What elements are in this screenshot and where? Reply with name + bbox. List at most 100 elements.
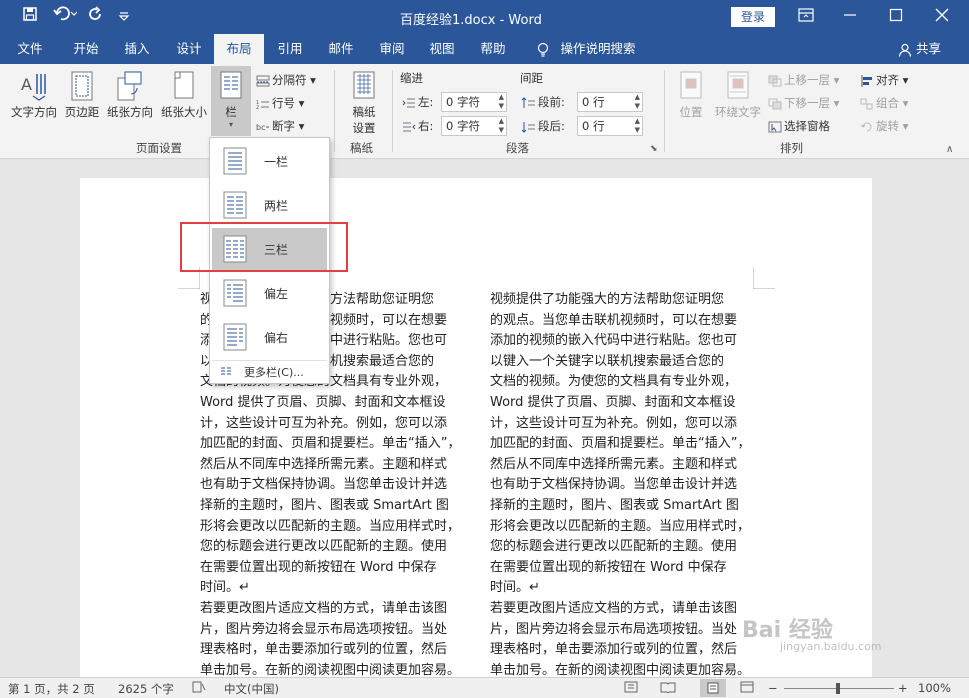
tab-help[interactable]: 帮助 <box>470 34 516 64</box>
proofing-icon[interactable] <box>192 681 206 696</box>
tab-layout[interactable]: 布局 <box>214 34 264 64</box>
indent-left-label: 左: <box>402 94 433 110</box>
tab-view[interactable]: 视图 <box>418 34 466 64</box>
maximize-icon[interactable] <box>874 4 918 30</box>
language-status[interactable]: 中文(中国) <box>224 681 279 697</box>
person-icon <box>898 41 916 57</box>
line-numbers-icon: 12 <box>256 98 270 111</box>
menu-item-label: 更多栏(C)... <box>244 366 304 379</box>
indent-right-input[interactable]: 0 字符 ▲ ▼ <box>441 116 507 136</box>
zoom-level[interactable]: 100% <box>918 681 951 695</box>
rotate-button[interactable]: 旋转 ▾ <box>860 118 908 134</box>
ribbon-display-options-icon[interactable] <box>784 4 828 30</box>
ribbon-layout: A 文字方向 页边距 纸张方向 纸张大小 栏 ▾ 分隔符 ▾ 1 2 行号 ▾ bc… <box>0 64 969 159</box>
text-line: 计，这些设计可互为补充。例如，您可以添 <box>490 415 738 431</box>
indent-right-label: 右: <box>402 118 433 134</box>
selection-pane-button[interactable]: 选择窗格 <box>768 118 830 134</box>
menu-item-left[interactable]: 偏左 <box>212 272 327 314</box>
highlight-annotation-box <box>180 222 348 272</box>
send-backward-icon <box>768 98 782 110</box>
line-numbers-button[interactable]: 1 2 行号 ▾ <box>256 95 304 111</box>
indent-left-input[interactable]: 0 字符 ▲ ▼ <box>441 92 507 112</box>
text-line: 您的标题会进行更改以匹配新的主题。使用 <box>200 539 448 555</box>
text-direction-icon: A <box>21 74 46 101</box>
position-icon <box>680 71 702 99</box>
redo-icon[interactable] <box>84 6 108 28</box>
zoom-in-button[interactable]: + <box>898 681 908 695</box>
text-line: 以键入一个关键字以联机搜索最适合您的 <box>490 353 725 369</box>
tab-references[interactable]: 引用 <box>266 34 314 64</box>
margins-button[interactable]: 页边距 <box>62 70 102 120</box>
close-icon[interactable] <box>920 4 964 30</box>
size-icon <box>174 71 194 99</box>
chevron-down-icon: ▾ <box>228 120 233 129</box>
tab-insert[interactable]: 插入 <box>112 34 162 64</box>
document-title: 百度经验1.docx - Word <box>400 13 542 28</box>
text-line: 视频提供了功能强大的方法帮助您证明您 <box>490 292 725 307</box>
menu-item-label: 偏左 <box>264 287 289 301</box>
breaks-icon <box>256 75 270 87</box>
two-columns-icon <box>223 191 247 219</box>
orientation-button[interactable]: 纸张方向 <box>104 70 156 120</box>
size-button[interactable]: 纸张大小 <box>158 70 210 120</box>
spacing-before-input[interactable]: 0 行 ▲ ▼ <box>577 92 643 112</box>
print-layout-icon[interactable] <box>700 679 726 697</box>
hyphenation-button[interactable]: bc 断字 ▾ <box>256 118 304 134</box>
tab-design[interactable]: 设计 <box>164 34 214 64</box>
text-line: 单击加号。在新的阅读视图中阅读更加容易。 <box>490 662 751 677</box>
web-layout-icon[interactable] <box>740 681 754 696</box>
login-button[interactable]: 登录 <box>731 7 775 27</box>
rotate-icon <box>860 121 874 133</box>
menu-item-more-columns[interactable]: 更多栏(C)... <box>212 360 327 380</box>
menu-item-right[interactable]: 偏右 <box>212 316 327 358</box>
ribbon-tab-bar: 文件 开始 插入 设计 布局 引用 邮件 审阅 视图 帮助 操作说明搜索 共享 <box>0 34 969 64</box>
lightbulb-icon <box>530 34 556 64</box>
draft-paper-settings-button[interactable]: 稿纸 设置 <box>342 70 386 136</box>
margin-corner-marker <box>753 267 775 289</box>
align-button[interactable]: 对齐 ▾ <box>860 72 908 88</box>
tell-me-search[interactable]: 操作说明搜索 <box>556 34 640 64</box>
title-bar: 百度经验1.docx - Word 登录 <box>0 0 969 34</box>
tab-home[interactable]: 开始 <box>60 34 112 64</box>
zoom-slider-thumb[interactable] <box>836 683 840 694</box>
text-line: 加匹配的封面、页眉和提要栏。单击“插入”， <box>490 436 751 452</box>
customize-qat-icon[interactable] <box>112 6 136 28</box>
wrap-text-button[interactable]: 环绕文字 <box>712 70 764 120</box>
collapse-ribbon-icon[interactable]: ∧ <box>946 144 953 155</box>
text-column-right[interactable]: 视频提供了功能强大的方法帮助您证明您 的观点。当您单击联机视频时，可以在想要 添… <box>490 290 754 677</box>
position-button[interactable]: 位置 <box>672 70 710 120</box>
group-objects-button[interactable]: 组合 ▾ <box>860 95 908 111</box>
read-mode-icon[interactable] <box>660 681 676 696</box>
focus-mode-icon[interactable] <box>624 681 638 696</box>
save-icon[interactable] <box>18 6 42 28</box>
hyphenation-icon: bc <box>256 121 270 133</box>
minimize-icon[interactable] <box>828 4 872 30</box>
text-line: 择新的主题时，图片、图表或 SmartArt 图 <box>200 497 449 513</box>
text-line: 形将会更改以匹配新的主题。当应用样式时， <box>490 518 751 534</box>
menu-item-one-column[interactable]: 一栏 <box>212 140 327 182</box>
selection-pane-icon <box>768 121 782 133</box>
bring-forward-button[interactable]: 上移一层 ▾ <box>768 72 839 88</box>
align-icon <box>860 74 874 87</box>
tab-mailings[interactable]: 邮件 <box>318 34 364 64</box>
indent-left-icon <box>402 97 416 109</box>
breaks-button[interactable]: 分隔符 ▾ <box>256 72 316 88</box>
text-direction-button[interactable]: A 文字方向 <box>8 70 60 120</box>
svg-text:2: 2 <box>256 105 259 110</box>
text-line: 理表格时，单击要添加行或列的位置，然后 <box>490 642 738 658</box>
text-line: Word 提供了页眉、页脚、封面和文本框设 <box>490 394 736 410</box>
tab-file[interactable]: 文件 <box>6 34 54 64</box>
tab-review[interactable]: 审阅 <box>368 34 416 64</box>
columns-button[interactable]: 栏 ▾ <box>211 66 251 136</box>
text-line: 然后从不同库中选择所需元素。主题和样式 <box>490 456 738 472</box>
send-backward-button[interactable]: 下移一层 ▾ <box>768 95 839 111</box>
share-button[interactable]: 共享 <box>898 34 941 64</box>
orientation-icon <box>117 71 142 101</box>
undo-icon[interactable] <box>50 6 80 28</box>
menu-item-two-columns[interactable]: 两栏 <box>212 184 327 226</box>
page-count[interactable]: 第 1 页，共 2 页 <box>8 681 95 697</box>
zoom-out-button[interactable]: − <box>768 681 778 695</box>
dialog-launcher-icon[interactable]: ⬊ <box>650 144 658 154</box>
spacing-after-input[interactable]: 0 行 ▲ ▼ <box>577 116 643 136</box>
word-count[interactable]: 2625 个字 <box>118 681 174 697</box>
